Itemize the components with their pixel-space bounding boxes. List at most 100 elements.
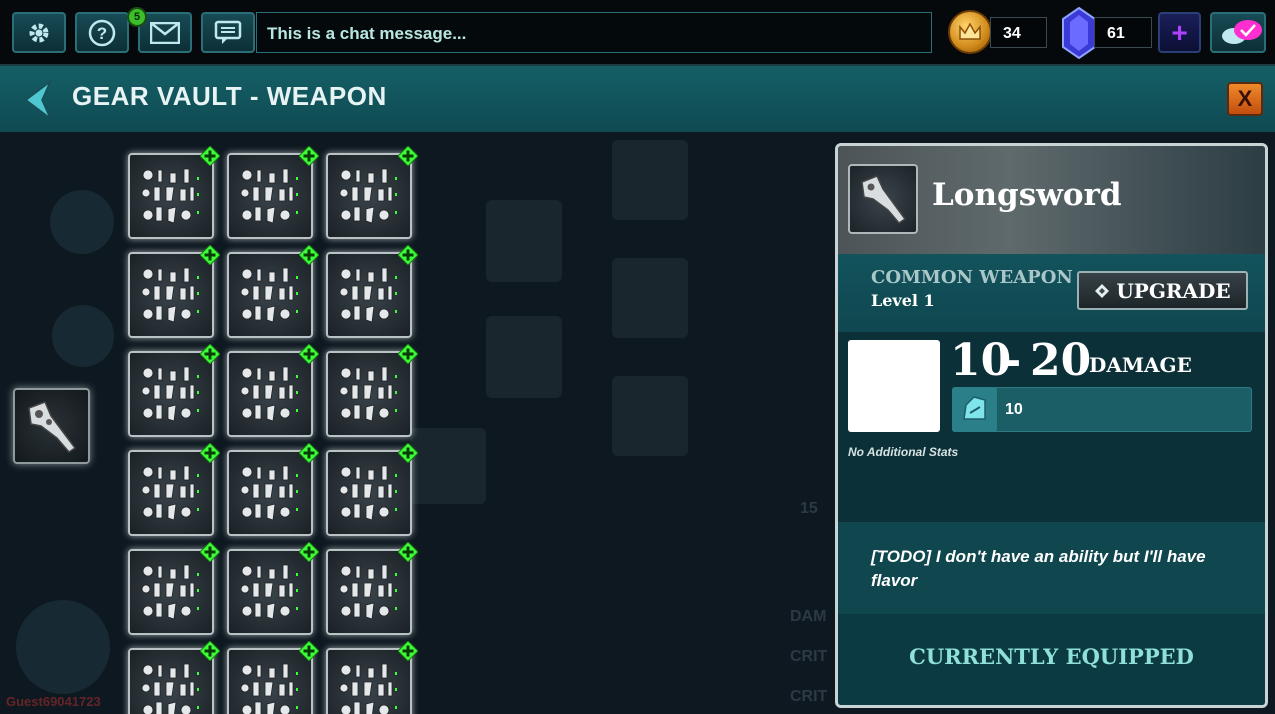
inventory-slot[interactable]: [326, 344, 418, 437]
plus-badge-icon: [398, 542, 418, 562]
inventory-slot[interactable]: [227, 245, 319, 338]
faded-shield-item-slot: [612, 376, 688, 456]
placeholder-sprite-icon: [141, 366, 199, 422]
envelope-icon: [150, 21, 180, 44]
inventory-slot[interactable]: [128, 542, 220, 635]
plus-badge-icon: [398, 146, 418, 166]
close-button[interactable]: X: [1227, 82, 1263, 116]
plus-badge-icon: [200, 146, 220, 166]
inventory-slot[interactable]: [326, 542, 418, 635]
faded-number: 15: [800, 500, 818, 517]
chat-input[interactable]: This is a chat message...: [256, 12, 932, 53]
placeholder-sprite-icon: [240, 366, 298, 422]
item-image-placeholder: [848, 340, 940, 432]
placeholder-weapon-icon: [28, 401, 77, 453]
placeholder-sprite-icon: [141, 465, 199, 521]
inventory-slot[interactable]: [326, 146, 418, 239]
placeholder-sprite-icon: [141, 663, 199, 714]
armor-icon: [963, 396, 986, 420]
back-arrow-icon[interactable]: [20, 80, 54, 120]
settings-button[interactable]: [12, 12, 66, 53]
cloud-check-icon: [1222, 20, 1262, 44]
stat-row: [952, 387, 1252, 432]
upgrade-label: UPGRADE: [1116, 278, 1231, 303]
placeholder-weapon-icon: [861, 175, 907, 224]
inventory-slot[interactable]: [326, 641, 418, 714]
inventory-slot[interactable]: [227, 542, 319, 635]
gold-coin-icon: [948, 10, 992, 54]
mail-notification-badge: 5: [127, 7, 147, 27]
currently-equipped-label: CURRENTLY EQUIPPED: [909, 644, 1194, 669]
flavor-tag: [TODO]: [871, 547, 932, 566]
faded-armor-slot: [486, 200, 562, 282]
player-name: Guest69041723: [6, 694, 101, 709]
diamond-icon: [1095, 283, 1110, 298]
plus-badge-icon: [398, 641, 418, 661]
question-icon: ?: [88, 19, 116, 46]
page-title: GEAR VAULT - WEAPON: [72, 81, 387, 111]
inventory-slot[interactable]: [128, 641, 220, 714]
placeholder-sprite-icon: [240, 663, 298, 714]
plus-badge-icon: [398, 344, 418, 364]
crown-icon: [959, 22, 981, 40]
inventory-slot[interactable]: [128, 245, 220, 338]
plus-badge-icon: [299, 641, 319, 661]
inventory-slot[interactable]: [326, 443, 418, 536]
stat-value: 10: [1005, 401, 1023, 418]
inventory-slot[interactable]: [128, 344, 220, 437]
cloud-save-button[interactable]: [1210, 12, 1266, 53]
item-icon: [848, 164, 918, 234]
plus-badge-icon: [200, 443, 220, 463]
placeholder-sprite-icon: [240, 465, 298, 521]
inventory-slot[interactable]: [128, 443, 220, 536]
inventory-slot[interactable]: [227, 344, 319, 437]
top-bar: ? 5 This is a chat message... 34 61 +: [0, 0, 1275, 66]
plus-badge-icon: [200, 542, 220, 562]
faded-glove-slot: [486, 316, 562, 398]
faded-head-slot: [50, 190, 114, 254]
plus-badge-icon: [398, 245, 418, 265]
placeholder-sprite-icon: [339, 663, 397, 714]
help-button[interactable]: ?: [75, 12, 129, 53]
inventory-slot[interactable]: [227, 443, 319, 536]
equipped-weapon-slot[interactable]: [13, 388, 90, 464]
gold-amount: 34: [990, 17, 1047, 48]
faded-belt-slot: [612, 140, 688, 220]
item-level: Level 1: [871, 291, 935, 310]
placeholder-sprite-icon: [339, 465, 397, 521]
plus-badge-icon: [299, 146, 319, 166]
placeholder-sprite-icon: [240, 168, 298, 224]
flavor-text: [TODO] I don't have an ability but I'll …: [871, 545, 1231, 593]
chat-bubble-icon: [214, 20, 242, 44]
plus-badge-icon: [398, 443, 418, 463]
placeholder-sprite-icon: [141, 168, 199, 224]
upgrade-button[interactable]: UPGRADE: [1077, 271, 1248, 310]
placeholder-sprite-icon: [141, 267, 199, 323]
placeholder-sprite-icon: [339, 267, 397, 323]
plus-badge-icon: [299, 344, 319, 364]
placeholder-sprite-icon: [240, 267, 298, 323]
svg-text:?: ?: [97, 24, 107, 43]
faded-stat-label: CRIT: [790, 648, 828, 665]
plus-badge-icon: [200, 641, 220, 661]
inventory-slot[interactable]: [227, 146, 319, 239]
buy-gems-button[interactable]: +: [1158, 12, 1201, 53]
stat-icon-box: [952, 387, 997, 432]
no-additional-stats: No Additional Stats: [848, 445, 959, 459]
placeholder-sprite-icon: [339, 366, 397, 422]
placeholder-sprite-icon: [141, 564, 199, 620]
game-screen: { "topbar": { "notification_count": "5",…: [0, 0, 1275, 714]
inventory-slot[interactable]: [227, 641, 319, 714]
faded-boot-slot: [410, 428, 486, 504]
chat-button[interactable]: [201, 12, 255, 53]
faded-avatar: [16, 600, 110, 694]
damage-separator: -: [1003, 335, 1022, 386]
plus-badge-icon: [200, 344, 220, 364]
faded-stat-label: CRIT: [790, 688, 828, 705]
faded-shield-slot: [52, 305, 114, 367]
damage-max: 20: [1030, 335, 1092, 386]
inventory-slot[interactable]: [326, 245, 418, 338]
plus-badge-icon: [299, 245, 319, 265]
inventory-slot[interactable]: [128, 146, 220, 239]
placeholder-sprite-icon: [339, 564, 397, 620]
